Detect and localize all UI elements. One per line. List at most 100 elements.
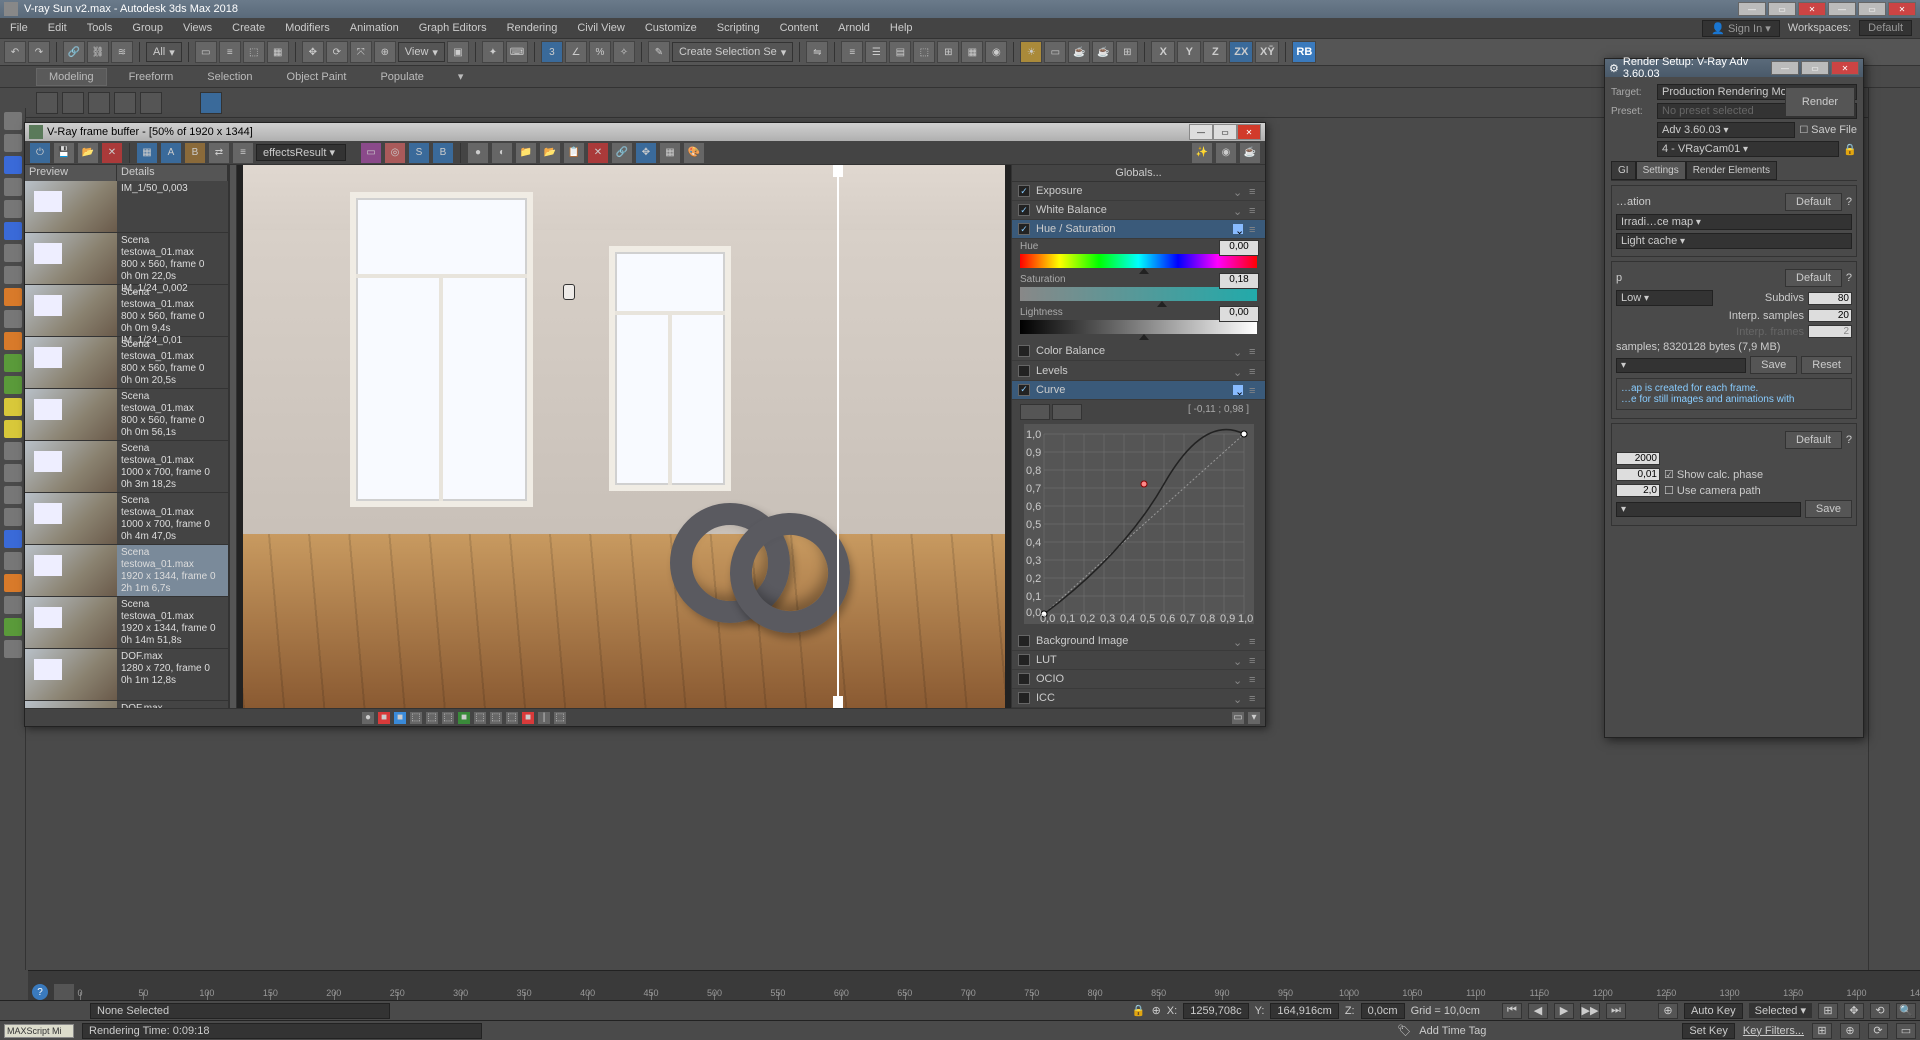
vfb-stamp-button[interactable]: ◉ [1215, 142, 1237, 164]
menu-icon[interactable]: ≡ [1249, 186, 1259, 196]
prev-frame-button[interactable]: ◀ [1528, 1003, 1548, 1019]
menu-civilview[interactable]: Civil View [567, 20, 634, 36]
select-button[interactable]: ▭ [195, 41, 217, 63]
nav5-button[interactable]: ⊞ [1812, 1023, 1832, 1039]
vfb-region-button[interactable]: ▭ [360, 142, 382, 164]
ribbon-populate[interactable]: Populate [368, 69, 435, 85]
vfb-b13[interactable]: ⬚ [553, 711, 567, 725]
layers-button[interactable]: ☰ [865, 41, 887, 63]
vfb-b5[interactable]: ⬚ [425, 711, 439, 725]
ltool-7[interactable] [4, 244, 22, 262]
s2000-spinner[interactable]: 2000 [1616, 452, 1660, 465]
material-button[interactable]: ◉ [985, 41, 1007, 63]
signin-button[interactable]: 👤 Sign In ▾ [1702, 20, 1780, 37]
preview-button[interactable] [200, 92, 222, 114]
vfb-circle2-button[interactable]: ◐ [491, 142, 513, 164]
vfb-clear-button[interactable]: ✕ [101, 142, 123, 164]
check-icon[interactable]: ✓ [1018, 384, 1030, 396]
x-coord[interactable]: 1259,708c [1183, 1003, 1248, 1019]
keyfilters-button[interactable]: Key Filters... [1743, 1025, 1804, 1037]
cc-icc[interactable]: ICC⌄≡ [1012, 689, 1265, 708]
saturation-value[interactable]: 0,18 [1219, 273, 1259, 289]
cc-levels[interactable]: Levels⌄≡ [1012, 361, 1265, 380]
history-row[interactable]: DOF.max 1280 x 720, frame 0 0h 1m 12,8s [25, 649, 228, 701]
check-icon[interactable] [1018, 654, 1030, 666]
ltool-23[interactable] [4, 596, 22, 614]
chevron-icon[interactable]: ⌄ [1233, 693, 1243, 703]
lock-icon[interactable]: 🔒 [1843, 143, 1857, 156]
history-row[interactable]: Scena testowa_01.max 800 x 560, frame 0 … [25, 337, 228, 389]
savefile-check[interactable]: ☐ Save File [1799, 124, 1857, 136]
chevron-icon[interactable]: ⌄ [1233, 636, 1243, 646]
vfb-b7[interactable]: ■ [457, 711, 471, 725]
cc-exposure[interactable]: ✓Exposure⌄≡ [1012, 182, 1265, 201]
renderer-dropdown[interactable]: Adv 3.60.03 ▾ [1657, 122, 1795, 138]
time-slider-handle[interactable] [54, 984, 74, 1000]
named-sel-dropdown[interactable]: Create Selection Se ▾ [672, 42, 793, 62]
selection-filter-dropdown[interactable]: All ▾ [146, 42, 182, 62]
ltool-13[interactable] [4, 376, 22, 394]
menu-views[interactable]: Views [173, 20, 222, 36]
default-button[interactable]: Default [1785, 193, 1842, 211]
cc-globals[interactable]: Globals... [1012, 165, 1265, 182]
vfb-b10[interactable]: ⬚ [505, 711, 519, 725]
menu-content[interactable]: Content [770, 20, 829, 36]
chevron-icon[interactable]: ⌄ [1233, 366, 1243, 376]
curve-rgb-button[interactable] [1020, 404, 1050, 420]
render-setup-button[interactable]: ☀ [1020, 41, 1042, 63]
nav6-button[interactable]: ⊕ [1840, 1023, 1860, 1039]
check-icon[interactable] [1018, 365, 1030, 377]
spinner-snap-button[interactable]: ✧ [613, 41, 635, 63]
tab-settings[interactable]: Settings [1636, 161, 1686, 180]
vfb-switch-button[interactable]: ⇄ [208, 142, 230, 164]
vfb-lens-button[interactable]: 🎨 [683, 142, 705, 164]
poly-poly-button[interactable] [114, 92, 136, 114]
cc-colorbalance[interactable]: Color Balance⌄≡ [1012, 342, 1265, 361]
schematic-button[interactable]: ▦ [961, 41, 983, 63]
ltool-25[interactable] [4, 640, 22, 658]
menu-file[interactable]: File [0, 20, 38, 36]
menu-animation[interactable]: Animation [340, 20, 409, 36]
menu-icon[interactable]: ≡ [1249, 366, 1259, 376]
render-iterative-button[interactable]: ☕ [1092, 41, 1114, 63]
showcalc-check[interactable]: ☑ Show calc. phase [1664, 468, 1763, 481]
link-button[interactable]: 🔗 [63, 41, 85, 63]
play-button[interactable]: ▶ [1554, 1003, 1574, 1019]
menu-rendering[interactable]: Rendering [497, 20, 568, 36]
poly-edge-button[interactable] [62, 92, 84, 114]
vfb-maximize-button[interactable]: ▭ [1213, 124, 1237, 140]
vfb-list-button[interactable]: ≡ [232, 142, 254, 164]
vfb-link-button[interactable]: 🔗 [611, 142, 633, 164]
render-online-button[interactable]: ⊞ [1116, 41, 1138, 63]
ltool-3[interactable] [4, 156, 22, 174]
rsetup-maximize-button[interactable]: ▭ [1801, 61, 1829, 75]
lightness-slider[interactable] [1020, 320, 1257, 334]
goto-end-button[interactable]: ⏭ [1606, 1003, 1626, 1019]
cc-bgimage[interactable]: Background Image⌄≡ [1012, 632, 1265, 651]
check-icon[interactable]: ✓ [1018, 223, 1030, 235]
poly-vertex-button[interactable] [36, 92, 58, 114]
minimize2-button[interactable]: — [1828, 2, 1856, 16]
view-dropdown[interactable]: 4 - VRayCam01 ▾ [1657, 141, 1839, 157]
nav7-button[interactable]: ⟳ [1868, 1023, 1888, 1039]
ltool-6[interactable] [4, 222, 22, 240]
ltool-2[interactable] [4, 134, 22, 152]
vfb-del-button[interactable]: ✕ [587, 142, 609, 164]
maximize2-button[interactable]: ▭ [1858, 2, 1886, 16]
undo-button[interactable]: ↶ [4, 41, 26, 63]
vfb-dropdown-button[interactable]: ▾ [1247, 711, 1261, 725]
ltool-19[interactable] [4, 508, 22, 526]
axis-xyz-button[interactable]: XȲ [1255, 41, 1279, 63]
nav2-button[interactable]: ✥ [1844, 1003, 1864, 1019]
ribbon-expand-icon[interactable]: ▾ [446, 68, 476, 85]
history-row[interactable]: Scena testowa_01.max 1920 x 1344, frame … [25, 545, 228, 597]
rsetup-minimize-button[interactable]: — [1771, 61, 1799, 75]
nav4-button[interactable]: 🔍 [1896, 1003, 1916, 1019]
goto-start-button[interactable]: ⏮ [1502, 1003, 1522, 1019]
default3-button[interactable]: Default [1785, 431, 1842, 449]
keyboard-button[interactable]: ⌨ [506, 41, 528, 63]
secondary-dropdown[interactable]: Light cache ▾ [1616, 233, 1852, 249]
history-row[interactable]: IM_1/50_0,003 [25, 181, 228, 233]
redo-button[interactable]: ↷ [28, 41, 50, 63]
vfb-s-button[interactable]: S [408, 142, 430, 164]
